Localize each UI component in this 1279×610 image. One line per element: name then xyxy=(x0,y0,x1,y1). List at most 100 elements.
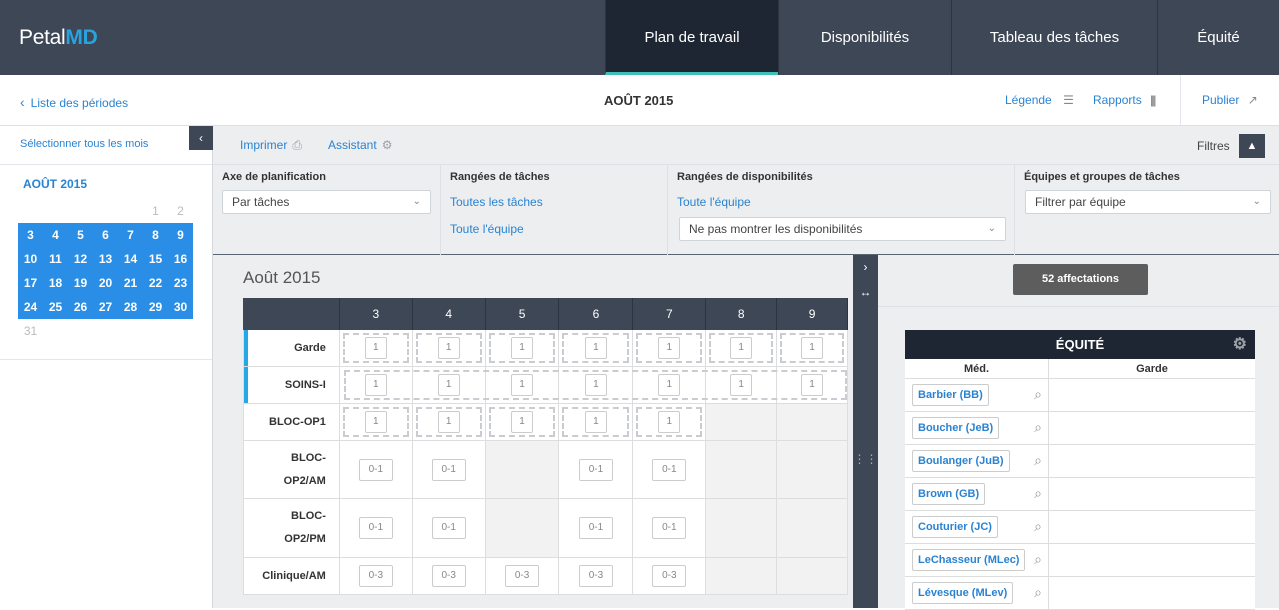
search-icon[interactable]: ⌕ xyxy=(1034,386,1042,403)
task-row-label[interactable]: BLOC- OP2/AM xyxy=(244,441,340,499)
calendar-day[interactable]: 3 xyxy=(18,223,43,247)
doctor-chip[interactable]: Boucher (JeB) xyxy=(912,417,1000,439)
schedule-cell[interactable] xyxy=(485,441,560,499)
gear-icon[interactable]: ⚙ xyxy=(1233,330,1247,359)
slot-count[interactable]: 1 xyxy=(364,411,387,433)
slot-count[interactable]: 0-3 xyxy=(358,565,393,587)
toggle-filters-button[interactable]: ▲ xyxy=(1239,134,1265,158)
team-select[interactable]: Filtrer par équipe ⌄ xyxy=(1025,190,1271,214)
calendar-day[interactable]: 15 xyxy=(143,247,168,271)
day-header[interactable]: 5 xyxy=(485,298,560,330)
slot-count[interactable]: 0-1 xyxy=(358,458,393,481)
schedule-cell[interactable]: 0-3 xyxy=(559,558,634,595)
select-all-months-link[interactable]: Sélectionner tous les mois xyxy=(20,138,148,150)
tab-plan-de-travail[interactable]: Plan de travail xyxy=(605,0,778,75)
day-header[interactable]: 8 xyxy=(706,298,778,330)
schedule-cell[interactable]: 0-1 xyxy=(412,441,486,499)
schedule-cell[interactable]: 1 xyxy=(559,330,634,367)
schedule-cell[interactable]: 1 xyxy=(412,404,486,441)
day-header[interactable]: 7 xyxy=(633,298,707,330)
calendar-day[interactable]: 20 xyxy=(93,271,118,295)
schedule-cell[interactable] xyxy=(706,404,778,441)
doctor-chip[interactable]: Couturier (JC) xyxy=(912,516,998,538)
schedule-cell[interactable]: 1 xyxy=(485,330,560,367)
schedule-cell[interactable] xyxy=(777,441,848,499)
schedule-cell[interactable]: 0-3 xyxy=(485,558,560,595)
calendar-day[interactable]: 2 xyxy=(168,199,193,223)
calendar-day[interactable]: 25 xyxy=(43,295,68,319)
schedule-cell[interactable]: 1 xyxy=(777,330,848,367)
slot-count[interactable]: 1 xyxy=(364,337,387,359)
calendar-day[interactable]: 7 xyxy=(118,223,143,247)
schedule-cell[interactable]: 0-1 xyxy=(339,441,413,499)
schedule-cell[interactable]: 0-1 xyxy=(559,499,634,558)
slot-count[interactable]: 0-1 xyxy=(431,458,466,481)
tab-disponibilites[interactable]: Disponibilités xyxy=(778,0,951,75)
calendar-day[interactable]: 4 xyxy=(43,223,68,247)
day-header[interactable]: 3 xyxy=(339,298,413,330)
calendar-day[interactable]: 12 xyxy=(68,247,93,271)
schedule-cell[interactable] xyxy=(777,558,848,595)
schedule-cell[interactable]: 0-1 xyxy=(339,499,413,558)
search-icon[interactable]: ⌕ xyxy=(1034,452,1042,469)
back-to-periods-link[interactable]: ‹ Liste des périodes xyxy=(20,94,128,110)
slot-count[interactable]: 0-3 xyxy=(578,565,613,587)
schedule-cell[interactable]: 0-1 xyxy=(633,499,707,558)
resize-horizontal-button[interactable]: ↔ xyxy=(853,280,878,304)
schedule-cell[interactable]: 0-1 xyxy=(633,441,707,499)
search-icon[interactable]: ⌕ xyxy=(1034,485,1042,502)
task-row-label[interactable]: BLOC-OP1 xyxy=(244,404,340,441)
calendar-day[interactable]: 30 xyxy=(168,295,193,319)
slot-count[interactable]: 0-3 xyxy=(505,565,540,587)
slot-count[interactable]: 1 xyxy=(511,337,534,359)
availability-team-link[interactable]: Toute l'équipe xyxy=(677,195,751,209)
doctor-chip[interactable]: Boulanger (JuB) xyxy=(912,450,1010,472)
calendar-day[interactable]: 6 xyxy=(93,223,118,247)
task-row-label[interactable]: Clinique/AM xyxy=(244,558,340,595)
slot-count[interactable]: 0-3 xyxy=(652,565,687,587)
slot-count[interactable]: 0-1 xyxy=(578,458,613,481)
calendar-day[interactable]: 27 xyxy=(93,295,118,319)
search-icon[interactable]: ⌕ xyxy=(1034,584,1042,601)
calendar-day[interactable]: 21 xyxy=(118,271,143,295)
availability-select[interactable]: Ne pas montrer les disponibilités ⌄ xyxy=(679,217,1006,241)
schedule-cell[interactable]: 0-1 xyxy=(559,441,634,499)
schedule-cell[interactable]: 1 xyxy=(633,404,707,441)
expand-right-button[interactable]: › xyxy=(853,255,878,279)
calendar-day[interactable]: 19 xyxy=(68,271,93,295)
search-icon[interactable]: ⌕ xyxy=(1034,551,1042,568)
calendar-day[interactable]: 18 xyxy=(43,271,68,295)
affectations-badge[interactable]: 52 affectations xyxy=(1013,264,1148,295)
legend-button[interactable]: Légende ☰ xyxy=(1005,93,1074,107)
calendar-day[interactable]: 23 xyxy=(168,271,193,295)
doctor-chip[interactable]: Barbier (BB) xyxy=(912,384,989,406)
schedule-cell[interactable]: 1 xyxy=(633,330,707,367)
axis-select[interactable]: Par tâches ⌄ xyxy=(222,190,431,214)
calendar-day[interactable]: 29 xyxy=(143,295,168,319)
search-icon[interactable]: ⌕ xyxy=(1034,518,1042,535)
slot-count[interactable]: 1 xyxy=(658,337,681,359)
schedule-cell[interactable]: 1 xyxy=(339,404,413,441)
calendar-month-title[interactable]: AOÛT 2015 xyxy=(23,177,87,191)
schedule-cell[interactable]: 0-3 xyxy=(633,558,707,595)
slot-count[interactable]: 0-1 xyxy=(358,517,393,539)
slot-count[interactable]: 1 xyxy=(584,337,607,359)
reports-button[interactable]: Rapports |||| xyxy=(1093,93,1157,107)
slot-count[interactable]: 1 xyxy=(437,337,460,359)
doctor-chip[interactable]: Brown (GB) xyxy=(912,483,986,505)
slot-count[interactable]: 1 xyxy=(437,411,460,433)
slot-count[interactable]: 0-1 xyxy=(652,458,687,481)
schedule-cell[interactable]: 1 xyxy=(412,330,486,367)
calendar-day[interactable]: 9 xyxy=(168,223,193,247)
calendar-day[interactable]: 31 xyxy=(18,319,43,343)
schedule-cell[interactable]: 0-1 xyxy=(412,499,486,558)
schedule-cell[interactable]: 0-3 xyxy=(412,558,486,595)
schedule-cell[interactable] xyxy=(485,499,560,558)
doctor-chip[interactable]: LeChasseur (MLec) xyxy=(912,549,1026,571)
slot-count[interactable]: 1 xyxy=(658,411,681,433)
calendar-day[interactable]: 14 xyxy=(118,247,143,271)
calendar-day[interactable]: 22 xyxy=(143,271,168,295)
schedule-cell[interactable]: 1 xyxy=(485,404,560,441)
calendar-day[interactable]: 1 xyxy=(143,199,168,223)
schedule-cell[interactable] xyxy=(777,499,848,558)
